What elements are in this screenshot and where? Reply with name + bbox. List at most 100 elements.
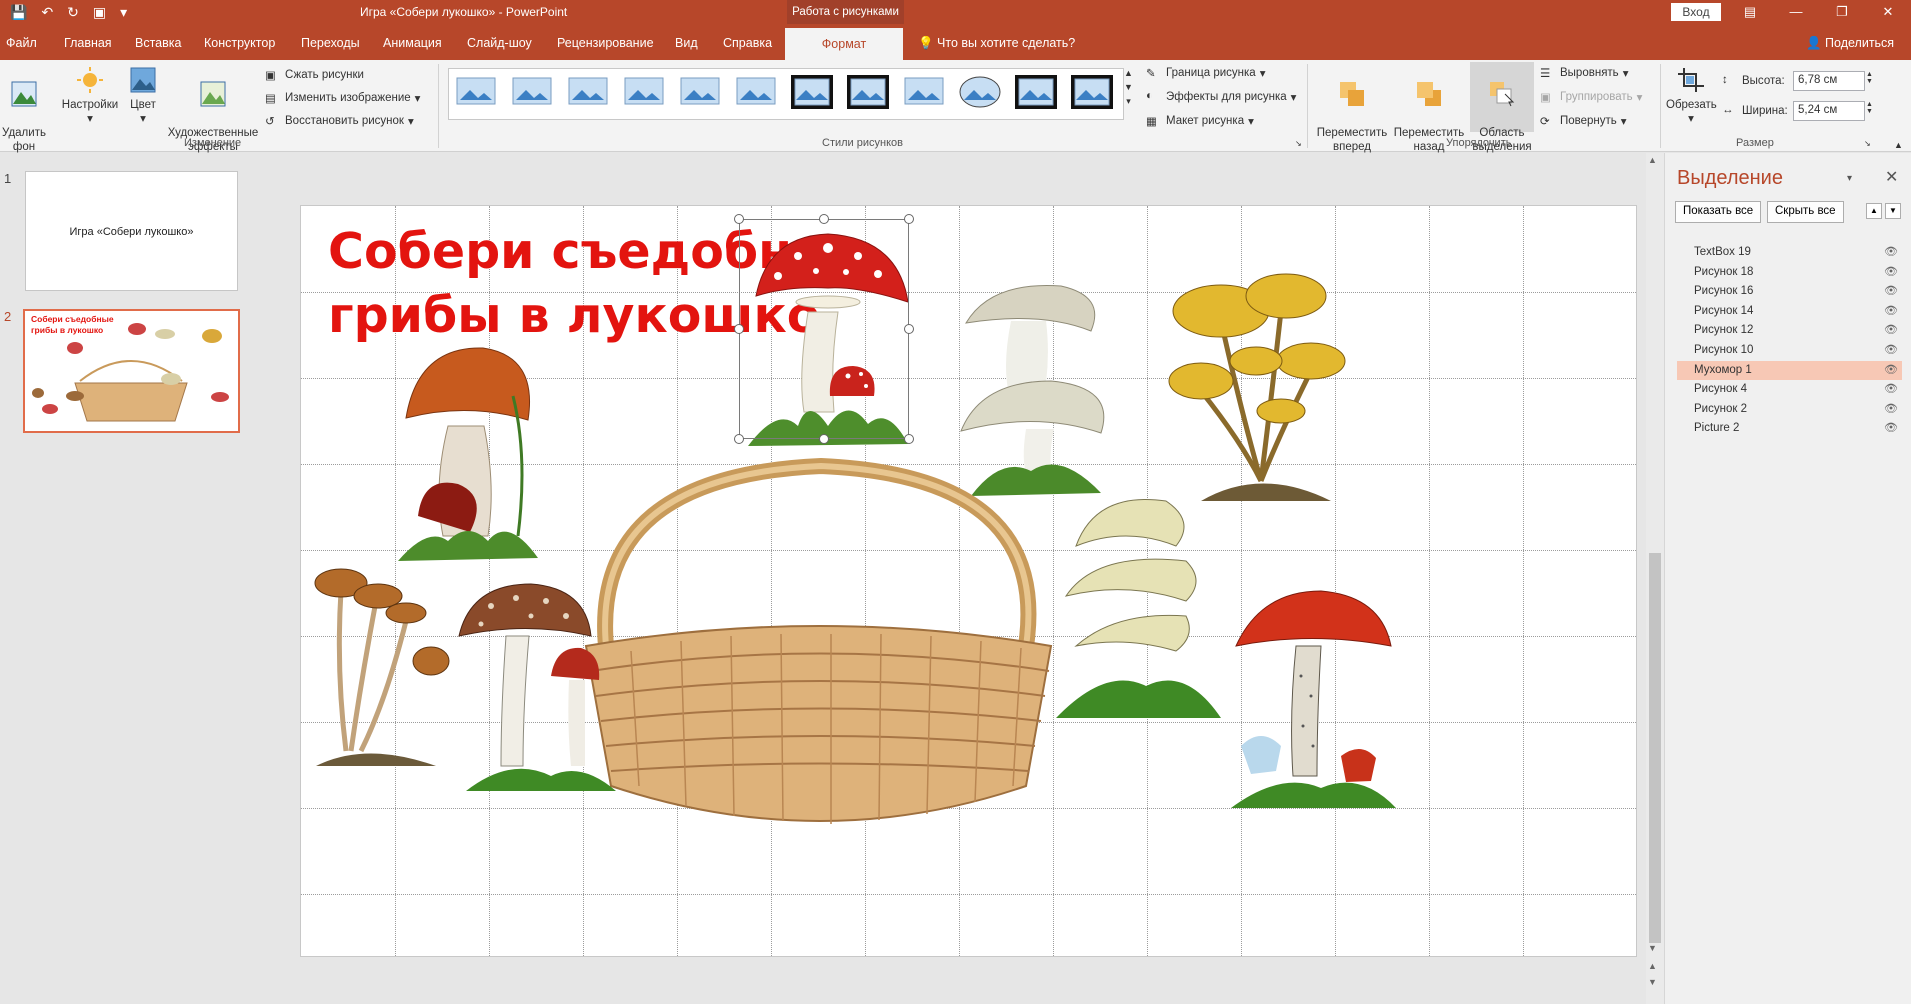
mushroom-oyster[interactable]	[1036, 486, 1226, 726]
selection-list-item[interactable]: Рисунок 2 👁	[1677, 400, 1902, 419]
mushroom-slender-toadstools[interactable]	[306, 551, 456, 771]
close-icon[interactable]: ✕	[1865, 0, 1911, 24]
resize-handle[interactable]	[734, 214, 744, 224]
selection-pane-button[interactable]: Область выделения	[1470, 62, 1534, 153]
restore-icon[interactable]: ❐	[1819, 0, 1865, 24]
picture-style-thumb[interactable]	[622, 74, 666, 110]
visibility-eye-icon[interactable]: 👁	[1884, 263, 1898, 282]
visibility-eye-icon[interactable]: 👁	[1884, 282, 1898, 301]
width-spinner[interactable]: ▲ ▼	[1866, 101, 1873, 115]
selection-list-item[interactable]: Рисунок 12 👁	[1677, 321, 1902, 340]
picture-style-thumb[interactable]	[566, 74, 610, 110]
selection-list-item[interactable]: Рисунок 18 👁	[1677, 263, 1902, 282]
minimize-icon[interactable]: —	[1773, 0, 1819, 24]
undo-icon[interactable]: ↶	[41, 4, 53, 20]
selection-list-item[interactable]: Picture 2 👁	[1677, 419, 1902, 438]
picture-style-thumb[interactable]	[958, 74, 1002, 110]
share-button[interactable]: 👤 Поделиться	[1806, 36, 1894, 51]
slide-thumbnail-2[interactable]: Собери съедобные грибы в лукошко	[23, 309, 240, 433]
scrollbar-thumb[interactable]	[1649, 553, 1661, 943]
height-spinner[interactable]: ▲ ▼	[1866, 71, 1873, 85]
picture-style-thumb[interactable]	[510, 74, 554, 110]
visibility-eye-icon[interactable]: 👁	[1884, 341, 1898, 360]
vertical-scrollbar[interactable]: ▲ ▼ ▲ ▼	[1646, 153, 1664, 1004]
picture-style-thumb[interactable]	[454, 74, 498, 110]
spin-down-icon[interactable]: ▼	[1866, 108, 1873, 115]
picture-style-thumb[interactable]	[1070, 74, 1114, 110]
resize-handle[interactable]	[904, 214, 914, 224]
bring-forward-button[interactable]: Переместить вперед	[1315, 66, 1389, 154]
crop-button[interactable]: Обрезать ▾	[1666, 66, 1717, 126]
width-field[interactable]: 5,24 см	[1793, 101, 1865, 121]
tab-review[interactable]: Рецензирование	[557, 36, 654, 50]
customize-qa-icon[interactable]: ▾	[120, 4, 127, 20]
selection-list-item[interactable]: TextBox 19 👁	[1677, 243, 1902, 262]
tab-design[interactable]: Конструктор	[204, 36, 275, 50]
resize-handle[interactable]	[819, 214, 829, 224]
gallery-more-icon[interactable]: ▾	[1126, 96, 1131, 107]
mushroom-panther-cap[interactable]	[451, 576, 621, 796]
size-dialog-launcher-icon[interactable]: ↘	[1864, 139, 1871, 148]
visibility-eye-icon[interactable]: 👁	[1884, 361, 1898, 380]
picture-style-thumb[interactable]	[678, 74, 722, 110]
visibility-eye-icon[interactable]: 👁	[1884, 400, 1898, 419]
scroll-down-icon[interactable]: ▼	[1648, 943, 1657, 953]
tab-insert[interactable]: Вставка	[135, 36, 181, 50]
close-icon[interactable]: ✕	[1885, 167, 1898, 187]
compress-pictures-button[interactable]: ▣ Сжать рисунки	[265, 68, 364, 82]
change-picture-button[interactable]: ▤ Изменить изображение ▾	[265, 91, 420, 105]
picture-style-thumb[interactable]	[846, 74, 890, 110]
reset-picture-button[interactable]: ↺ Восстановить рисунок ▾	[265, 114, 414, 128]
styles-dialog-launcher-icon[interactable]: ↘	[1295, 139, 1302, 148]
pane-options-icon[interactable]: ▾	[1847, 173, 1852, 184]
picture-style-thumb[interactable]	[790, 74, 834, 110]
tab-slideshow[interactable]: Слайд-шоу	[467, 36, 532, 50]
selection-list-item[interactable]: Рисунок 14 👁	[1677, 302, 1902, 321]
color-button[interactable]: Цвет ▾	[126, 66, 160, 126]
resize-handle[interactable]	[819, 434, 829, 444]
wicker-basket[interactable]	[571, 456, 1071, 876]
spin-up-icon[interactable]: ▲	[1866, 101, 1873, 108]
picture-style-thumb[interactable]	[1014, 74, 1058, 110]
visibility-eye-icon[interactable]: 👁	[1884, 302, 1898, 321]
rotate-handle-icon[interactable]	[813, 205, 835, 206]
collapse-ribbon-icon[interactable]: ▲	[1894, 140, 1903, 150]
visibility-eye-icon[interactable]: 👁	[1884, 243, 1898, 262]
presentation-icon[interactable]: ▣	[93, 4, 106, 20]
hide-all-button[interactable]: Скрыть все	[1767, 201, 1844, 223]
selection-list-item[interactable]: Рисунок 4 👁	[1677, 380, 1902, 399]
bring-forward-icon[interactable]: ▲	[1866, 203, 1882, 219]
picture-layout-button[interactable]: ▦ Макет рисунка ▾	[1146, 114, 1254, 128]
scroll-up-icon[interactable]: ▲	[1648, 155, 1657, 165]
tab-view[interactable]: Вид	[675, 36, 698, 50]
tab-animations[interactable]: Анимация	[383, 36, 442, 50]
resize-handle[interactable]	[904, 324, 914, 334]
next-slide-icon[interactable]: ▼	[1648, 977, 1657, 987]
rotate-button[interactable]: ⟳ Повернуть ▾	[1540, 114, 1627, 128]
resize-handle[interactable]	[734, 324, 744, 334]
redo-icon[interactable]: ↻	[67, 4, 79, 20]
login-button[interactable]: Вход	[1671, 3, 1721, 21]
mushroom-boletus[interactable]	[388, 336, 548, 566]
visibility-eye-icon[interactable]: 👁	[1884, 380, 1898, 399]
visibility-eye-icon[interactable]: 👁	[1884, 321, 1898, 340]
remove-background-button[interactable]: Удалить фон	[2, 66, 46, 154]
tab-file[interactable]: Файл	[6, 36, 37, 50]
gallery-down-icon[interactable]: ▼	[1124, 82, 1133, 92]
group-button[interactable]: ▣ Группировать ▾	[1540, 90, 1642, 104]
resize-handle[interactable]	[904, 434, 914, 444]
height-field[interactable]: 6,78 см	[1793, 71, 1865, 91]
save-icon[interactable]: 💾	[10, 4, 27, 20]
gallery-up-icon[interactable]: ▲	[1124, 68, 1133, 78]
mushroom-honey-fungus[interactable]	[1161, 251, 1361, 521]
selection-list-item[interactable]: Рисунок 10 👁	[1677, 341, 1902, 360]
picture-style-thumb[interactable]	[902, 74, 946, 110]
selection-list-item[interactable]: Мухомор 1 👁	[1677, 360, 1902, 380]
tab-transitions[interactable]: Переходы	[301, 36, 360, 50]
slide-thumbnail-1[interactable]: Игра «Собери лукошко»	[25, 171, 238, 291]
spin-up-icon[interactable]: ▲	[1866, 71, 1873, 78]
ribbon-display-icon[interactable]: ▤	[1727, 0, 1773, 24]
show-all-button[interactable]: Показать все	[1675, 201, 1762, 223]
mushroom-red-aspen[interactable]	[1221, 576, 1401, 816]
resize-handle[interactable]	[734, 434, 744, 444]
